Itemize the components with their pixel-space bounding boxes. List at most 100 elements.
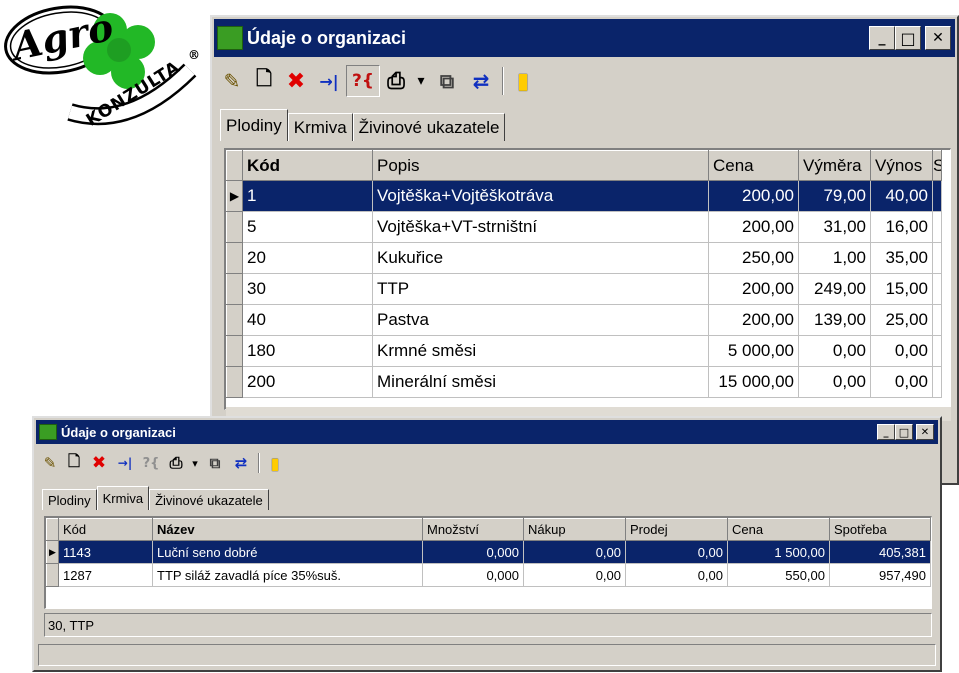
cell-cena[interactable]: 200,00 (708, 180, 799, 212)
maximize-button[interactable]: □ (895, 424, 913, 440)
cell-vymera[interactable]: 139,00 (798, 304, 871, 336)
print-button[interactable]: ⎙ (164, 451, 188, 475)
tab-plodiny[interactable]: Plodiny (42, 489, 97, 510)
edit-record-button[interactable]: ✎ (38, 451, 62, 475)
cell-s[interactable] (932, 242, 942, 274)
cell-cena[interactable]: 5 000,00 (708, 335, 799, 367)
print-dropdown-button[interactable]: ▾ (188, 451, 202, 475)
cell-s[interactable] (932, 211, 942, 243)
column-header-kod[interactable]: Kód (242, 150, 373, 181)
close-button[interactable]: ✕ (916, 424, 934, 440)
cell-kod[interactable]: 40 (242, 304, 373, 336)
column-header-mnozstvi[interactable]: Množství (422, 518, 524, 541)
table-row[interactable]: 20 Kukuřice 250,00 1,00 35,00 (226, 242, 942, 274)
cell-popis[interactable]: Vojtěška+VT-strništní (372, 211, 709, 243)
column-header-nakup[interactable]: Nákup (523, 518, 626, 541)
column-header-vymera[interactable]: Výměra (798, 150, 871, 181)
refresh-button[interactable]: ⇄ (228, 451, 254, 475)
cell-nazev[interactable]: TTP siláž zavadlá píce 35%suš. (152, 563, 423, 587)
cell-vynos[interactable]: 0,00 (870, 366, 933, 398)
cell-s[interactable] (932, 304, 942, 336)
print-dropdown-button[interactable]: ▾ (412, 65, 430, 97)
table-row[interactable]: ▶ 1 Vojtěška+Vojtěškotráva 200,00 79,00 … (226, 180, 942, 212)
cell-vymera[interactable]: 79,00 (798, 180, 871, 212)
delete-button[interactable]: ✖ (280, 65, 312, 97)
cell-s[interactable] (932, 180, 942, 212)
tab-plodiny[interactable]: Plodiny (220, 109, 288, 141)
column-header-cena[interactable]: Cena (727, 518, 830, 541)
column-header-popis[interactable]: Popis (372, 150, 709, 181)
cell-popis[interactable]: Vojtěška+Vojtěškotráva (372, 180, 709, 212)
cell-vynos[interactable]: 35,00 (870, 242, 933, 274)
cell-cena[interactable]: 200,00 (708, 273, 799, 305)
new-record-button[interactable]: 🗋 (62, 451, 86, 475)
cell-kod[interactable]: 5 (242, 211, 373, 243)
column-header-kod[interactable]: Kód (58, 518, 153, 541)
table-row[interactable]: ▶ 1143 Luční seno dobré 0,000 0,00 0,00 … (46, 540, 931, 564)
cell-nakup[interactable]: 0,00 (523, 563, 626, 587)
cell-popis[interactable]: Krmné směsi (372, 335, 709, 367)
table-row[interactable]: 40 Pastva 200,00 139,00 25,00 (226, 304, 942, 336)
cell-popis[interactable]: Kukuřice (372, 242, 709, 274)
cell-kod[interactable]: 180 (242, 335, 373, 367)
cell-popis[interactable]: Pastva (372, 304, 709, 336)
cell-mnozstvi[interactable]: 0,000 (422, 540, 524, 564)
tab-krmiva[interactable]: Krmiva (287, 113, 353, 141)
cell-vymera[interactable]: 1,00 (798, 242, 871, 274)
edit-record-button[interactable]: ✎ (216, 65, 248, 97)
goto-button[interactable]: →| (312, 65, 346, 97)
cell-cena[interactable]: 200,00 (708, 304, 799, 336)
copy-button[interactable]: ⧉ (430, 65, 464, 97)
tab-zivinove-ukazatele[interactable]: Živinové ukazatele (352, 113, 506, 141)
cell-vynos[interactable]: 0,00 (870, 335, 933, 367)
cell-vynos[interactable]: 40,00 (870, 180, 933, 212)
column-header-nazev[interactable]: Název (152, 518, 423, 541)
cell-vymera[interactable]: 249,00 (798, 273, 871, 305)
cell-prodej[interactable]: 0,00 (625, 540, 728, 564)
cell-prodej[interactable]: 0,00 (625, 563, 728, 587)
cell-kod[interactable]: 1143 (58, 540, 153, 564)
tab-zivinove-ukazatele[interactable]: Živinové ukazatele (149, 489, 269, 510)
delete-button[interactable]: ✖ (86, 451, 112, 475)
cell-nakup[interactable]: 0,00 (523, 540, 626, 564)
column-header-vynos[interactable]: Výnos (870, 150, 933, 181)
table-row[interactable]: 1287 TTP siláž zavadlá píce 35%suš. 0,00… (46, 563, 931, 587)
cell-s[interactable] (932, 366, 942, 398)
print-button[interactable]: ⎙ (380, 65, 412, 97)
exit-button[interactable]: ▮ (264, 451, 286, 475)
cell-kod[interactable]: 200 (242, 366, 373, 398)
column-header-cena[interactable]: Cena (708, 150, 799, 181)
table-row[interactable]: 200 Minerální směsi 15 000,00 0,00 0,00 (226, 366, 942, 398)
cell-popis[interactable]: Minerální směsi (372, 366, 709, 398)
column-header-s[interactable]: S (932, 150, 942, 181)
cell-cena[interactable]: 15 000,00 (708, 366, 799, 398)
window-titlebar[interactable]: Údaje o organizaci _ □ ✕ (214, 19, 955, 57)
table-row[interactable]: 5 Vojtěška+VT-strništní 200,00 31,00 16,… (226, 211, 942, 243)
query-button[interactable]: ?{ (346, 65, 380, 97)
cell-vymera[interactable]: 0,00 (798, 335, 871, 367)
cell-cena[interactable]: 1 500,00 (727, 540, 830, 564)
cell-cena[interactable]: 200,00 (708, 211, 799, 243)
cell-spotreba[interactable]: 405,381 (829, 540, 931, 564)
column-header-spotreba[interactable]: Spotřeba (829, 518, 931, 541)
minimize-button[interactable]: _ (877, 424, 895, 440)
tab-krmiva[interactable]: Krmiva (96, 486, 150, 510)
table-row[interactable]: 30 TTP 200,00 249,00 15,00 (226, 273, 942, 305)
window-titlebar[interactable]: Údaje o organizaci _ □ ✕ (36, 420, 938, 444)
maximize-button[interactable]: □ (895, 26, 921, 50)
refresh-button[interactable]: ⇄ (464, 65, 498, 97)
close-button[interactable]: ✕ (925, 26, 951, 50)
new-record-button[interactable]: 🗋 (248, 65, 280, 97)
cell-kod[interactable]: 1287 (58, 563, 153, 587)
cell-spotreba[interactable]: 957,490 (829, 563, 931, 587)
table-row[interactable]: 180 Krmné směsi 5 000,00 0,00 0,00 (226, 335, 942, 367)
cell-vynos[interactable]: 25,00 (870, 304, 933, 336)
cell-vymera[interactable]: 31,00 (798, 211, 871, 243)
cell-popis[interactable]: TTP (372, 273, 709, 305)
minimize-button[interactable]: _ (869, 26, 895, 50)
cell-nazev[interactable]: Luční seno dobré (152, 540, 423, 564)
cell-vymera[interactable]: 0,00 (798, 366, 871, 398)
cell-vynos[interactable]: 16,00 (870, 211, 933, 243)
cell-cena[interactable]: 250,00 (708, 242, 799, 274)
cell-s[interactable] (932, 335, 942, 367)
